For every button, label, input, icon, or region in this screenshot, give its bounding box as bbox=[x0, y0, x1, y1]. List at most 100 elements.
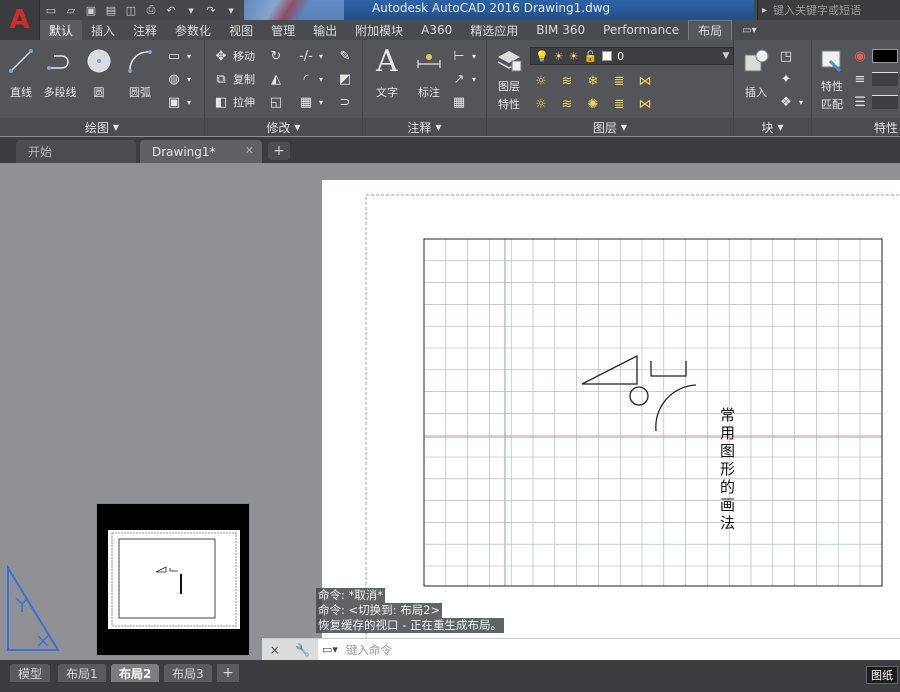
tab-bim360[interactable]: BIM 360 bbox=[527, 20, 594, 40]
redo-dropdown-icon[interactable]: ▾ bbox=[222, 1, 240, 19]
layer-properties-tool[interactable]: 图层 特性 bbox=[491, 46, 527, 112]
print-icon[interactable]: ⎙ bbox=[142, 1, 160, 19]
array-tool[interactable]: ▦ ▾ bbox=[298, 93, 324, 111]
dimension-tool[interactable]: 标注 bbox=[411, 46, 447, 100]
move-tool[interactable]: ✥ 移动 bbox=[213, 47, 255, 65]
add-layout-button[interactable]: + bbox=[217, 664, 239, 682]
tab-featured-apps[interactable]: 精选应用 bbox=[461, 20, 527, 40]
block-attribute-tool[interactable]: ❖ ▾ bbox=[778, 93, 804, 111]
layout-tab-layout1[interactable]: 布局1 bbox=[58, 664, 106, 682]
layer-dropdown[interactable]: 💡 ☀ ☀ 🔓 0 ▼ bbox=[530, 47, 734, 65]
explode-tool[interactable]: ◩ bbox=[337, 70, 353, 88]
new-tab-button[interactable]: + bbox=[268, 142, 290, 160]
scale-tool[interactable]: ◱ bbox=[268, 93, 284, 111]
layer-copy-icon[interactable]: ≋ bbox=[559, 96, 575, 112]
panel-annotation-title[interactable]: 注释 ▼ bbox=[363, 118, 486, 136]
hatch-tool[interactable]: ◍ ▾ bbox=[166, 70, 192, 88]
tab-a360[interactable]: A360 bbox=[412, 20, 461, 40]
text-icon: A bbox=[376, 43, 398, 79]
text-tool[interactable]: A 文字 bbox=[369, 43, 405, 100]
color-swatch bbox=[872, 49, 898, 63]
paper-space-button[interactable]: 图纸 bbox=[866, 666, 898, 684]
drawn-shapes bbox=[581, 354, 697, 432]
insert-block-tool[interactable]: 插入 bbox=[738, 46, 774, 100]
panel-modify-title[interactable]: 修改 ▼ bbox=[205, 118, 362, 136]
tab-annotate[interactable]: 注释 bbox=[124, 20, 166, 40]
tab-default[interactable]: 默认 bbox=[40, 20, 83, 40]
wrench-icon[interactable]: 🔧 bbox=[295, 643, 310, 657]
polyline-tool[interactable]: 多段线 bbox=[42, 46, 78, 100]
panel-properties-title[interactable]: 特性 bbox=[812, 118, 900, 136]
rectangle-tool[interactable]: ▭ ▾ bbox=[166, 47, 192, 65]
rotate-tool[interactable]: ↻ bbox=[268, 47, 284, 65]
arc-tool[interactable]: 圆弧 bbox=[122, 46, 158, 100]
panel-draw-title[interactable]: 绘图 ▼ bbox=[0, 118, 204, 136]
layer-off-icon[interactable]: ☼ bbox=[533, 73, 549, 89]
vertical-text-char: 图 bbox=[720, 442, 735, 460]
command-prompt-icon[interactable]: ▭▾ bbox=[322, 643, 338, 656]
redo-icon[interactable]: ↷ bbox=[202, 1, 220, 19]
layout-tab-layout3[interactable]: 布局3 bbox=[164, 664, 212, 682]
command-line[interactable]: × 🔧 ▭▾ 键入命令 bbox=[262, 638, 900, 661]
layer-current-icon[interactable]: ☼ bbox=[533, 96, 549, 112]
layout-tab-model[interactable]: 模型 bbox=[10, 664, 51, 682]
lineweight-picker[interactable]: ≡ bbox=[852, 70, 898, 88]
tab-manage[interactable]: 管理 bbox=[262, 20, 304, 40]
search-box[interactable]: ▸ 键入关键字或短语 bbox=[757, 0, 900, 20]
tab-output[interactable]: 输出 bbox=[304, 20, 346, 40]
close-icon[interactable]: ✕ bbox=[245, 144, 254, 157]
erase-tool[interactable]: ✎ bbox=[337, 47, 353, 65]
layer-thaw-icon[interactable]: ✺ bbox=[585, 96, 601, 112]
leader-tool[interactable]: ↗ ▾ bbox=[451, 70, 477, 88]
mirror-tool[interactable]: ◭ bbox=[268, 70, 284, 88]
layer-match-icon[interactable]: ⋈ bbox=[637, 73, 653, 89]
panel-block-title[interactable]: 块 ▼ bbox=[734, 118, 811, 136]
linear-dim-tool[interactable]: ⊢ ▾ bbox=[451, 47, 477, 65]
tab-view[interactable]: 视图 bbox=[220, 20, 262, 40]
linetype-picker[interactable]: ☰ bbox=[852, 93, 898, 111]
tab-addins[interactable]: 附加模块 bbox=[346, 20, 412, 40]
table-tool[interactable]: ▦ bbox=[451, 93, 467, 111]
tab-performance[interactable]: Performance bbox=[594, 20, 688, 40]
panel-layers-title[interactable]: 图层 ▼ bbox=[487, 118, 733, 136]
command-input[interactable]: 键入命令 bbox=[346, 642, 392, 658]
tab-layout[interactable]: 布局 bbox=[688, 20, 733, 40]
layer-walk-icon[interactable]: ⋈ bbox=[637, 96, 653, 112]
application-menu-button[interactable]: A bbox=[0, 0, 40, 40]
explode-icon: ◩ bbox=[338, 71, 352, 87]
viewport-frame[interactable] bbox=[423, 238, 883, 587]
stretch-label: 拉伸 bbox=[233, 96, 255, 109]
trim-tool[interactable]: -/- ▾ bbox=[298, 47, 324, 65]
color-picker[interactable]: ◉ bbox=[852, 47, 898, 65]
web-mobile-icon[interactable]: ◫ bbox=[122, 1, 140, 19]
tab-insert[interactable]: 插入 bbox=[82, 20, 124, 40]
file-tab-start[interactable]: 开始 bbox=[16, 140, 136, 163]
open-folder-icon[interactable]: ▱ bbox=[62, 1, 80, 19]
undo-icon[interactable]: ↶ bbox=[162, 1, 180, 19]
close-icon[interactable]: × bbox=[270, 643, 280, 657]
create-block-tool[interactable]: ◳ bbox=[778, 47, 794, 65]
file-tab-drawing1[interactable]: Drawing1* ✕ bbox=[140, 140, 262, 163]
save-as-icon[interactable]: ▤ bbox=[102, 1, 120, 19]
layer-freeze-icon[interactable]: ❄ bbox=[585, 73, 601, 89]
fillet-tool[interactable]: ◜ ▾ bbox=[298, 70, 324, 88]
layer-tool-row1: ☼ ≋ ❄ ≣ ⋈ bbox=[533, 72, 653, 90]
layer-isolate-icon[interactable]: ≋ bbox=[559, 73, 575, 89]
line-tool[interactable]: 直线 bbox=[3, 46, 39, 100]
tab-parametric[interactable]: 参数化 bbox=[166, 20, 220, 40]
stretch-tool[interactable]: ◧ 拉伸 bbox=[213, 93, 255, 111]
boundary-tool[interactable]: ▣ ▾ bbox=[166, 93, 192, 111]
circle-tool[interactable]: 圆 bbox=[81, 46, 117, 100]
panel-draw-title-text: 绘图 bbox=[84, 120, 109, 135]
layer-unlock-icon[interactable]: ≣ bbox=[611, 96, 627, 112]
match-properties-tool[interactable]: 特性 匹配 bbox=[814, 46, 850, 112]
offset-tool[interactable]: ⊃ bbox=[337, 93, 353, 111]
copy-tool[interactable]: ⧉ 复制 bbox=[213, 70, 255, 88]
new-file-icon[interactable]: ▭ bbox=[42, 1, 60, 19]
undo-dropdown-icon[interactable]: ▾ bbox=[182, 1, 200, 19]
edit-block-tool[interactable]: ✦ bbox=[778, 70, 794, 88]
layout-tab-layout2[interactable]: 布局2 bbox=[111, 664, 160, 682]
ribbon-toggle-button[interactable]: ▭▾ bbox=[732, 20, 766, 40]
save-icon[interactable]: ▣ bbox=[82, 1, 100, 19]
layer-lock-icon[interactable]: ≣ bbox=[611, 73, 627, 89]
